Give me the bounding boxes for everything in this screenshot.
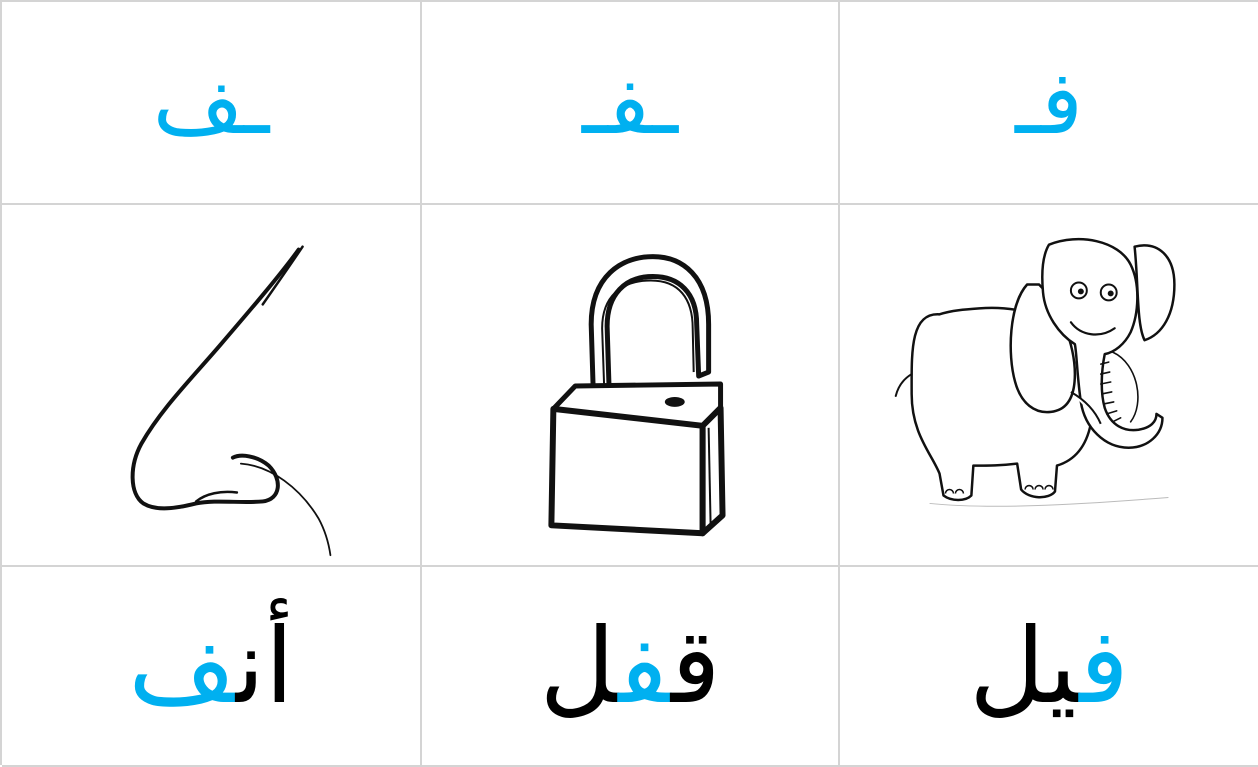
padlock-icon bbox=[548, 254, 726, 537]
cell-word-elephant: فيل bbox=[840, 567, 1258, 767]
word-qufl-highlight: ف bbox=[618, 605, 671, 727]
cell-picture-padlock bbox=[422, 205, 840, 567]
cell-letter-end: ـف bbox=[2, 2, 422, 205]
word-qufl-after: ل bbox=[539, 605, 619, 727]
letter-middle-form: ـفـ bbox=[581, 50, 679, 154]
cell-word-padlock: قفل bbox=[422, 567, 840, 767]
word-anf-highlight: ف bbox=[128, 605, 236, 727]
letter-position-worksheet: ـف ـفـ فـ أنف قفل فيل bbox=[0, 0, 1258, 767]
cell-letter-start: فـ bbox=[840, 2, 1258, 205]
letter-end-form: ـف bbox=[152, 50, 270, 154]
letter-start-form: فـ bbox=[1015, 50, 1083, 154]
elephant-icon bbox=[894, 237, 1176, 507]
nose-icon bbox=[130, 245, 332, 557]
cell-picture-nose bbox=[2, 205, 422, 567]
word-feel-highlight: ف bbox=[1079, 605, 1129, 727]
word-feel: فيل bbox=[969, 614, 1129, 718]
word-qufl-before: ق bbox=[670, 605, 721, 727]
cell-word-nose: أنف bbox=[2, 567, 422, 767]
word-anf: أنف bbox=[128, 614, 294, 718]
cell-letter-middle: ـفـ bbox=[422, 2, 840, 205]
word-anf-before: أن bbox=[235, 605, 294, 727]
cell-picture-elephant bbox=[840, 205, 1258, 567]
word-qufl: قفل bbox=[539, 614, 720, 718]
word-feel-after: يل bbox=[969, 605, 1080, 727]
